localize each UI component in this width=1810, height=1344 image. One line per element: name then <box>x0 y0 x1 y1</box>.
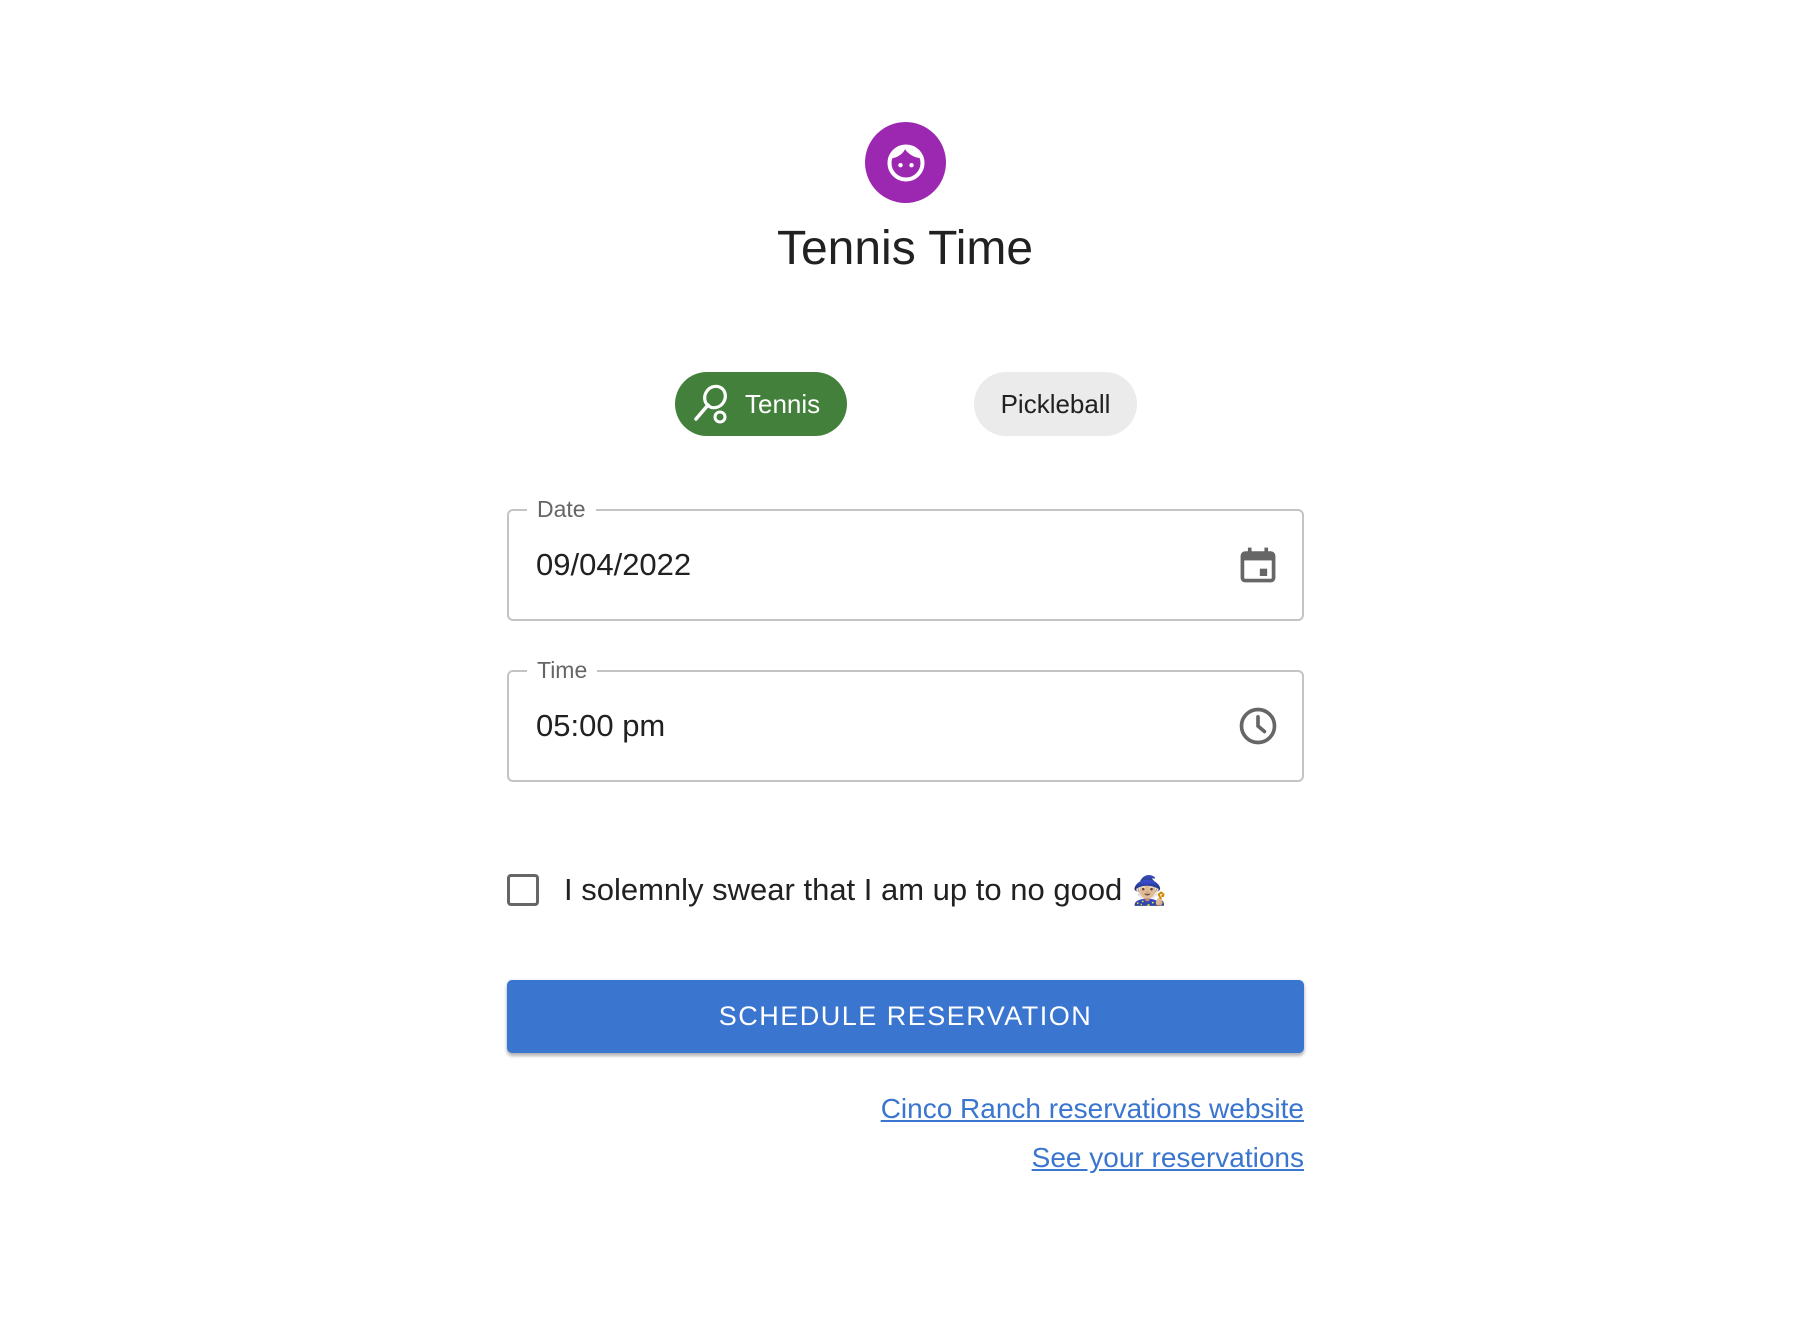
clock-icon[interactable] <box>1236 704 1280 748</box>
chip-pickleball-label: Pickleball <box>1000 388 1111 419</box>
face-icon <box>886 143 925 182</box>
agreement-checkbox[interactable] <box>507 874 539 906</box>
date-field[interactable]: Date <box>507 495 1304 621</box>
time-input[interactable] <box>536 672 1186 780</box>
chip-pickleball[interactable]: Pickleball <box>974 372 1137 436</box>
time-field[interactable]: Time <box>507 656 1304 782</box>
schedule-reservation-button[interactable]: SCHEDULE RESERVATION <box>507 980 1304 1053</box>
agreement-label[interactable]: I solemnly swear that I am up to no good <box>564 872 1122 908</box>
page-title: Tennis Time <box>776 222 1034 275</box>
chip-tennis[interactable]: Tennis <box>675 372 847 436</box>
tennis-racket-icon <box>694 384 727 424</box>
wizard-emoji-icon: 🧙🏼 <box>1132 874 1168 906</box>
calendar-icon[interactable] <box>1236 543 1280 587</box>
agreement-row[interactable]: I solemnly swear that I am up to no good… <box>507 866 1167 914</box>
date-input[interactable] <box>536 511 1186 619</box>
chip-tennis-label: Tennis <box>745 388 821 419</box>
avatar <box>865 122 946 203</box>
see-reservations-link[interactable]: See your reservations <box>1032 1142 1304 1174</box>
cinco-ranch-website-link[interactable]: Cinco Ranch reservations website <box>881 1093 1304 1125</box>
